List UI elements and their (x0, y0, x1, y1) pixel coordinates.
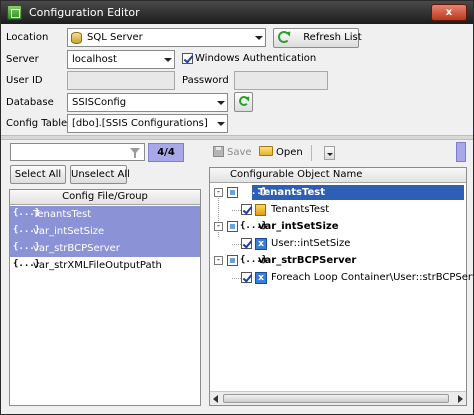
database-label: Database (6, 97, 54, 108)
config-group-list[interactable]: Config File/Group {...} TenantsTest {...… (9, 189, 201, 406)
toolbar-dropdown-icon[interactable] (324, 146, 335, 160)
location-label: Location (6, 32, 49, 43)
database-value: SSISConfig (72, 97, 127, 108)
tree-line (232, 244, 241, 245)
refresh-list-label: Refresh List (303, 32, 362, 43)
tree-line (232, 210, 241, 211)
configurable-object-name-header[interactable]: Configurable Object Name (210, 168, 466, 183)
select-all-button[interactable]: Select All (10, 165, 66, 184)
filter-icon[interactable] (129, 147, 141, 159)
tree-item-label: Foreach Loop Container\User::strBCPServe… (271, 272, 474, 283)
tree-item-label: TenantsTest (271, 204, 330, 215)
tree-checkbox[interactable] (241, 272, 252, 283)
window-title: Configuration Editor (29, 6, 140, 19)
list-item[interactable]: {...} var_intSetSize (10, 223, 200, 240)
list-item[interactable]: {...} TenantsTest (10, 206, 200, 223)
chevron-down-icon (161, 51, 174, 68)
tree-group-label: TenantsTest (258, 187, 326, 198)
tree-checkbox[interactable] (227, 221, 238, 232)
list-item-label: TenantsTest (33, 209, 92, 220)
selection-count-badge: 4/4 (148, 143, 184, 162)
scrollbar-thumb[interactable] (223, 394, 449, 403)
windows-authentication-label: Windows Authentication (195, 53, 317, 64)
user-id-field[interactable] (67, 71, 175, 90)
collapse-icon[interactable]: - (214, 256, 223, 265)
filter-input[interactable] (10, 143, 145, 161)
location-select[interactable]: SQL Server (67, 28, 266, 47)
server-select[interactable]: localhost (67, 50, 175, 69)
tree-group-row[interactable]: - {...} var_intSetSize (210, 219, 466, 236)
server-value: localhost (72, 54, 117, 65)
database-icon (71, 32, 82, 44)
app-icon (7, 5, 22, 20)
open-button[interactable]: Open (259, 144, 303, 162)
unselect-all-button[interactable]: Unselect All (70, 165, 130, 184)
chevron-down-icon (214, 94, 227, 111)
close-button[interactable]: x (431, 4, 467, 21)
config-table-label: Config Table (6, 118, 68, 129)
tree-group-label: var_intSetSize (258, 221, 339, 232)
horizontal-scrollbar[interactable] (210, 391, 466, 405)
side-tab[interactable] (456, 142, 466, 162)
toolbar-separator (311, 145, 312, 161)
tree-group-label: var_strBCPServer (258, 255, 357, 266)
variable-x-icon: x (255, 238, 267, 250)
scroll-right-icon[interactable] (458, 395, 463, 403)
tree-item-row[interactable]: TenantsTest (210, 202, 466, 219)
variable-x-icon: x (255, 272, 267, 284)
tree-line (232, 278, 241, 279)
config-file-group-header[interactable]: Config File/Group (10, 190, 200, 205)
configuration-editor-window: Configuration Editor x Location SQL Serv… (0, 0, 474, 415)
config-table-value: [dbo].[SSIS Configurations] (72, 118, 208, 129)
refresh-database-button[interactable] (234, 92, 253, 112)
list-item[interactable]: {...} var_strXMLFileOutputPath (10, 257, 200, 274)
configurable-object-tree[interactable]: Configurable Object Name - {...} Tenants… (209, 167, 473, 406)
refresh-icon (278, 31, 290, 43)
tree-checkbox[interactable] (241, 204, 252, 215)
server-label: Server (6, 54, 39, 65)
list-item-label: var_strXMLFileOutputPath (33, 260, 162, 271)
tree-group-row[interactable]: - {...} var_strBCPServer (210, 253, 466, 270)
password-label: Password (182, 75, 229, 86)
open-label: Open (276, 147, 303, 158)
tree-item-row[interactable]: x User::intSetSize (210, 236, 466, 253)
chevron-down-icon (252, 29, 265, 46)
refresh-icon (238, 96, 249, 106)
list-item-label: var_strBCPServer (33, 243, 120, 254)
tree-checkbox[interactable] (241, 238, 252, 249)
scroll-left-icon[interactable] (213, 395, 218, 403)
user-variable-icon (255, 204, 266, 216)
collapse-icon[interactable]: - (214, 222, 223, 231)
location-value: SQL Server (87, 32, 143, 43)
tree-item-row[interactable]: x Foreach Loop Container\User::strBCPSer… (210, 270, 473, 287)
user-id-label: User ID (6, 75, 43, 86)
refresh-list-button[interactable]: Refresh List (273, 28, 362, 48)
save-icon (213, 146, 224, 157)
tree-checkbox[interactable] (227, 255, 238, 266)
tree-item-label: User::intSetSize (271, 238, 351, 249)
config-table-select[interactable]: [dbo].[SSIS Configurations] (67, 114, 228, 133)
database-select[interactable]: SSISConfig (67, 93, 228, 112)
folder-open-icon (259, 146, 273, 156)
list-item[interactable]: {...} var_strBCPServer (10, 240, 200, 257)
chevron-down-icon (214, 115, 227, 132)
save-button[interactable]: Save (213, 144, 252, 162)
collapse-icon[interactable]: - (214, 188, 223, 197)
list-item-label: var_intSetSize (33, 226, 105, 237)
windows-authentication-checkbox[interactable] (182, 53, 193, 64)
splitter[interactable] (1, 135, 473, 140)
tree-checkbox[interactable] (227, 187, 238, 198)
password-field[interactable] (234, 71, 328, 90)
save-label: Save (227, 147, 252, 158)
title-bar[interactable]: Configuration Editor x (1, 1, 473, 24)
tree-group-row[interactable]: - {...} TenantsTest (210, 185, 466, 202)
